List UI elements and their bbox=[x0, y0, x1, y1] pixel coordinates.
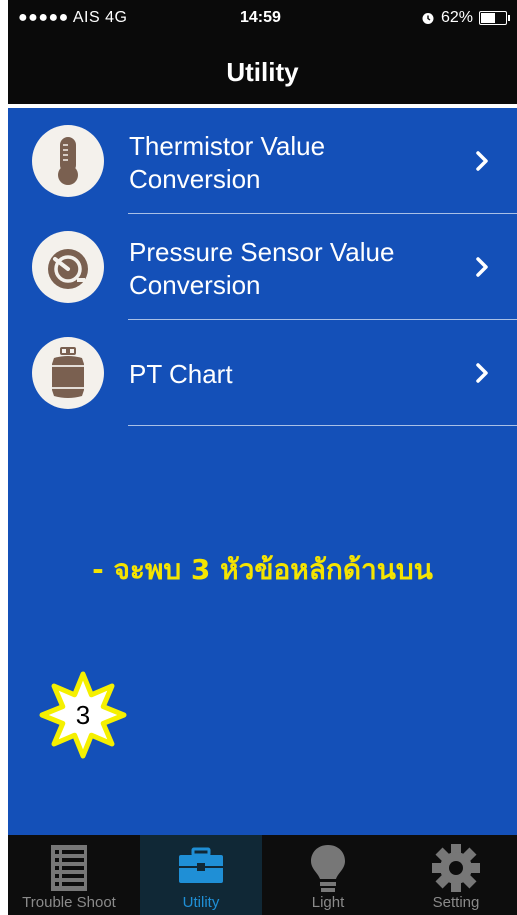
app-screen: ●●●●● AIS 4G 14:59 62% Utility Thermisto… bbox=[8, 0, 517, 915]
tab-bar: Trouble Shoot Utility Light Setting bbox=[8, 835, 517, 915]
chevron-right-icon bbox=[476, 363, 488, 383]
page-title: Utility bbox=[226, 57, 299, 87]
alarm-icon bbox=[422, 13, 434, 24]
toolbox-icon bbox=[179, 847, 223, 883]
clock: 14:59 bbox=[240, 9, 281, 26]
gas-tank-icon bbox=[32, 337, 104, 409]
pressure-gauge-icon bbox=[32, 231, 104, 303]
tab-setting[interactable]: Setting bbox=[395, 835, 517, 915]
battery-icon bbox=[479, 11, 510, 25]
row-separator bbox=[128, 425, 517, 426]
tab-trouble-shoot[interactable]: Trouble Shoot bbox=[8, 835, 130, 915]
annotation-caption: - จะพบ 3 หัวข้อหลักด้านบน bbox=[92, 553, 433, 586]
chevron-right-icon bbox=[476, 151, 488, 171]
checklist-icon bbox=[51, 845, 87, 891]
tab-label: Light bbox=[311, 894, 345, 911]
gear-icon bbox=[432, 844, 480, 892]
chevron-right-icon bbox=[476, 257, 488, 277]
tab-utility[interactable]: Utility bbox=[140, 835, 262, 915]
menu-item-label: Thermistor Value Conversion bbox=[129, 131, 326, 194]
menu-item-thermistor[interactable]: Thermistor Value Conversion bbox=[8, 108, 517, 214]
battery-percent: 62% bbox=[440, 9, 473, 26]
status-right: 62% bbox=[421, 9, 510, 27]
thermometer-icon bbox=[32, 125, 104, 197]
tab-label: Trouble Shoot bbox=[22, 894, 116, 911]
status-bar: ●●●●● AIS 4G 14:59 62% bbox=[8, 0, 517, 40]
tab-light[interactable]: Light bbox=[267, 835, 389, 915]
nav-bar: Utility bbox=[8, 40, 517, 104]
badge-number: 3 bbox=[75, 699, 91, 730]
menu-item-pressure-sensor[interactable]: Pressure Sensor Value Conversion bbox=[8, 214, 517, 320]
menu-item-label: PT Chart bbox=[129, 359, 233, 389]
tab-label: Utility bbox=[182, 894, 220, 911]
tab-label: Setting bbox=[432, 894, 480, 911]
lightbulb-icon bbox=[311, 845, 345, 892]
carrier-label: ●●●●● AIS 4G bbox=[18, 9, 128, 26]
menu-item-pt-chart[interactable]: PT Chart bbox=[8, 320, 517, 426]
menu-item-label: Pressure Sensor Value Conversion bbox=[129, 237, 395, 300]
